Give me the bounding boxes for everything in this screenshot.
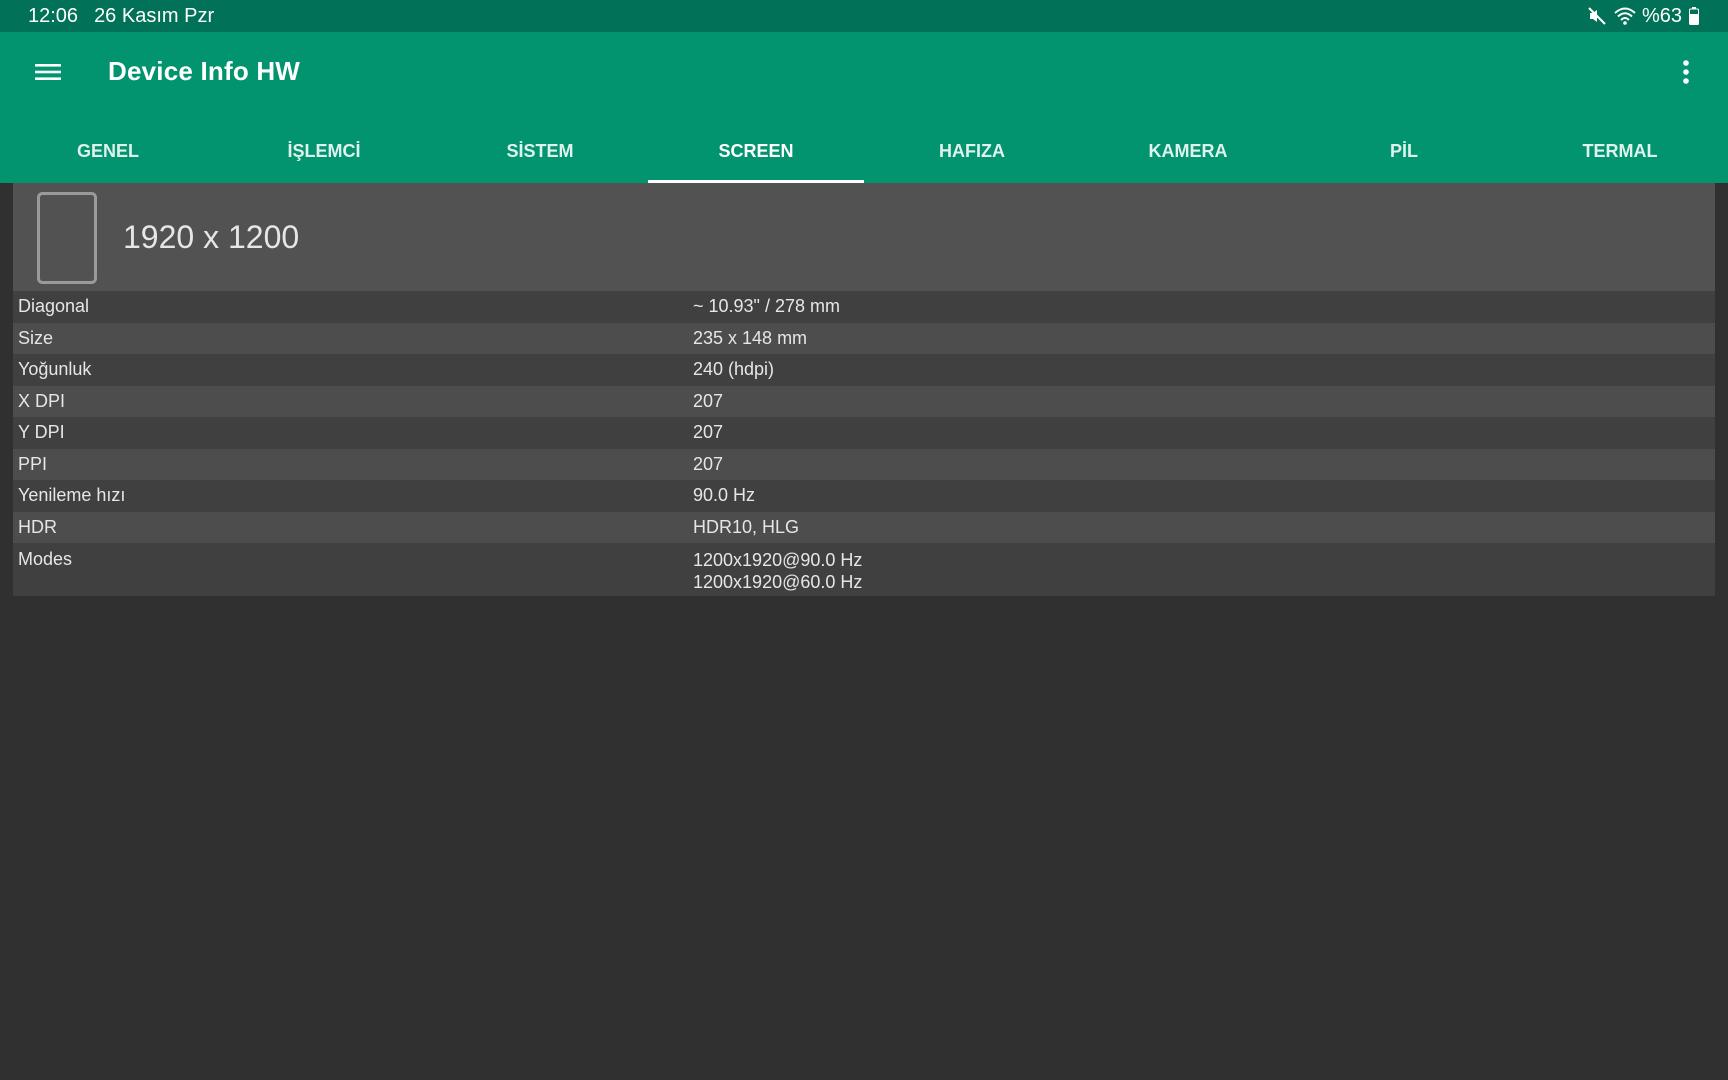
info-label: X DPI: [18, 390, 66, 411]
app-title: Device Info HW: [108, 56, 301, 86]
info-label: Yenileme hızı: [18, 485, 126, 506]
battery-icon: [1688, 5, 1700, 27]
info-value: 235 x 148 mm: [693, 327, 808, 348]
info-label: Yoğunluk: [18, 359, 92, 380]
tab-islemci[interactable]: İŞLEMCİ: [216, 120, 432, 183]
menu-button[interactable]: [28, 52, 68, 92]
info-value: 207: [693, 422, 724, 443]
info-row-y-dpi: Y DPI 207: [13, 417, 1715, 449]
wifi-icon: [1614, 5, 1636, 27]
info-row-refresh-rate: Yenileme hızı 90.0 Hz: [13, 480, 1715, 512]
status-right: %63: [1586, 5, 1700, 28]
tablet-device-icon: [37, 192, 97, 284]
tab-hafiza[interactable]: HAFIZA: [864, 120, 1080, 183]
screen-info-panel: 1920 x 1200 Diagonal ~ 10.93" / 278 mm S…: [13, 183, 1715, 596]
mute-icon: [1586, 5, 1608, 27]
status-left: 12:06 26 Kasım Pzr: [28, 5, 214, 28]
info-row-density: Yoğunluk 240 (hdpi): [13, 354, 1715, 386]
info-label: Y DPI: [18, 422, 65, 443]
toolbar: Device Info HW: [0, 32, 1728, 120]
screen-header-card: 1920 x 1200: [13, 183, 1715, 291]
status-bar: 12:06 26 Kasım Pzr %63: [0, 0, 1728, 32]
info-row-hdr: HDR HDR10, HLG: [13, 511, 1715, 543]
info-row-ppi: PPI 207: [13, 448, 1715, 480]
more-vert-icon: [1683, 60, 1689, 84]
info-value: 207: [693, 453, 724, 474]
info-row-diagonal: Diagonal ~ 10.93" / 278 mm: [13, 291, 1715, 323]
battery-percent: %63: [1641, 4, 1682, 27]
info-value: HDR10, HLG: [693, 516, 800, 537]
overflow-menu-button[interactable]: [1666, 52, 1706, 92]
info-label: HDR: [18, 516, 57, 537]
tab-sistem[interactable]: SİSTEM: [432, 120, 648, 183]
app-bar: Device Info HW GENEL İŞLEMCİ SİSTEM SCRE…: [0, 32, 1728, 183]
tab-screen[interactable]: SCREEN: [648, 120, 864, 183]
info-row-modes: Modes 1200x1920@90.0 Hz 1200x1920@60.0 H…: [13, 543, 1715, 596]
screen-info-list: Diagonal ~ 10.93" / 278 mm Size 235 x 14…: [13, 291, 1715, 596]
info-row-size: Size 235 x 148 mm: [13, 322, 1715, 354]
tab-bar: GENEL İŞLEMCİ SİSTEM SCREEN HAFIZA KAMER…: [0, 120, 1728, 183]
mode-item: 1200x1920@90.0 Hz: [693, 550, 863, 570]
info-label: Modes: [18, 549, 73, 569]
info-label: PPI: [18, 453, 48, 474]
tab-genel[interactable]: GENEL: [0, 120, 216, 183]
info-value: 1200x1920@90.0 Hz 1200x1920@60.0 Hz: [693, 549, 1715, 593]
status-time: 12:06: [28, 4, 79, 27]
info-label: Diagonal: [18, 296, 90, 317]
screen-resolution: 1920 x 1200: [123, 219, 300, 255]
info-row-x-dpi: X DPI 207: [13, 385, 1715, 417]
info-value: ~ 10.93" / 278 mm: [693, 296, 840, 317]
info-value: 240 (hdpi): [693, 359, 775, 380]
hamburger-menu-icon: [35, 64, 61, 80]
tab-termal[interactable]: TERMAL: [1512, 120, 1728, 183]
tab-pil[interactable]: PİL: [1296, 120, 1512, 183]
status-date: 26 Kasım Pzr: [94, 4, 215, 27]
tab-kamera[interactable]: KAMERA: [1080, 120, 1296, 183]
info-value: 207: [693, 390, 724, 411]
mode-item: 1200x1920@60.0 Hz: [693, 572, 863, 592]
info-value: 90.0 Hz: [693, 485, 756, 506]
info-label: Size: [18, 327, 54, 348]
